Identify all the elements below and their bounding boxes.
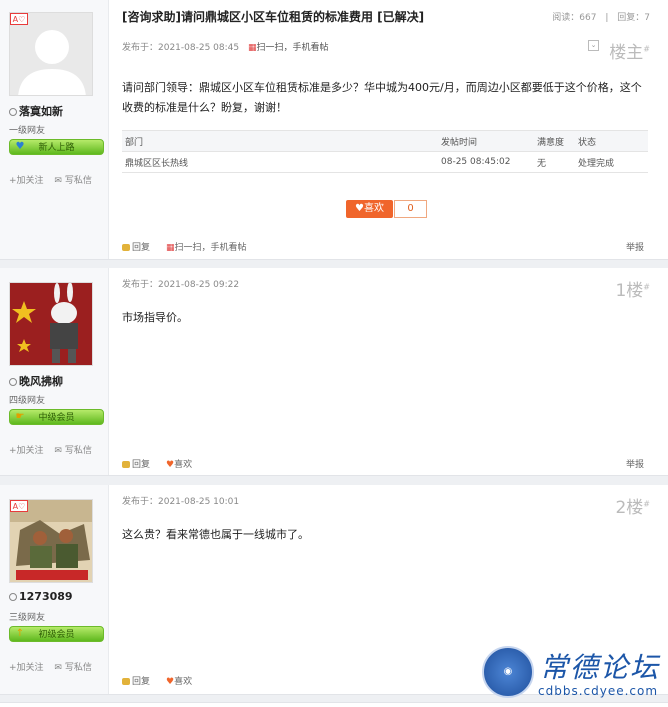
like-count: 0 bbox=[394, 200, 427, 218]
site-watermark: ◉ 常德论坛 cdbbs.cdyee.com bbox=[482, 644, 668, 706]
like-link[interactable]: ♥喜欢 bbox=[166, 457, 192, 470]
follow-link[interactable]: +加关注 bbox=[9, 176, 44, 186]
follow-link[interactable]: +加关注 bbox=[9, 446, 44, 456]
author-actions: +加关注 ✉ 写私信 bbox=[9, 173, 108, 186]
post-content: 请问部门领导：鼎城区小区车位租赁标准是多少？华中城为400元/月，而周边小区都要… bbox=[122, 81, 642, 114]
qr-scan-link[interactable]: ▦扫一扫，手机看帖 bbox=[166, 240, 247, 253]
author-name[interactable]: 晚风拂柳 bbox=[9, 373, 63, 389]
avatar[interactable]: A♡ bbox=[9, 12, 93, 96]
collapse-icon[interactable]: ⌄ bbox=[588, 40, 599, 51]
floor-label: 1楼# bbox=[615, 281, 650, 301]
author-actions: +加关注 ✉ 写私信 bbox=[9, 443, 108, 456]
qr-icon: ▦ bbox=[247, 43, 257, 53]
user-icon bbox=[9, 378, 17, 386]
hash-mark: # bbox=[643, 499, 650, 509]
post-reply-1: 晚风拂柳 四级网友 ☛ 中级会员 +加关注 ✉ 写私信 发布于：2021-08-2… bbox=[0, 268, 668, 476]
heart-icon: ♥ bbox=[355, 203, 364, 214]
thread-stats: 阅读：667 | 回复：7 bbox=[552, 13, 650, 23]
reply-link[interactable]: 回复 bbox=[122, 457, 150, 470]
author-medal: ♥ 新人上路 bbox=[9, 139, 104, 155]
floor-label: 楼主# bbox=[609, 43, 650, 63]
watermark-title: 常德论坛 bbox=[540, 651, 661, 684]
reply-link[interactable]: 回复 bbox=[122, 240, 150, 253]
author-actions: +加关注 ✉ 写私信 bbox=[9, 660, 108, 673]
follow-link[interactable]: +加关注 bbox=[9, 663, 44, 673]
author-name[interactable]: 落寞如新 bbox=[9, 103, 63, 119]
post-meta: 发布于：2021-08-25 10:01 bbox=[122, 497, 240, 507]
heart-icon: ♥ bbox=[166, 677, 175, 687]
reply-icon bbox=[122, 678, 130, 685]
floor-label: 2楼# bbox=[615, 498, 650, 518]
like-link[interactable]: ♥喜欢 bbox=[166, 674, 192, 687]
author-panel: 晚风拂柳 四级网友 ☛ 中级会员 +加关注 ✉ 写私信 bbox=[0, 268, 109, 475]
medal-icon: ☛ bbox=[15, 411, 25, 422]
thread-title: [咨询求助]请问鼎城区小区车位租赁的标准费用 [已解决] bbox=[122, 10, 425, 24]
post-meta: 发布于：2021-08-25 09:22 bbox=[122, 280, 240, 290]
medal-icon: ♥ bbox=[15, 141, 25, 152]
hash-mark: # bbox=[643, 44, 650, 54]
report-link[interactable]: 举报 bbox=[626, 457, 644, 470]
post-main: A♡ 落寞如新 一级网友 ♥ 新人上路 +加关注 ✉ 写私信 [咨询求助]请问鼎城… bbox=[0, 0, 668, 260]
author-name[interactable]: 1273089 bbox=[9, 590, 73, 603]
hash-mark: # bbox=[643, 282, 650, 292]
qr-scan-link[interactable]: ▦扫一扫，手机看帖 bbox=[248, 43, 329, 53]
heart-icon: ♥ bbox=[166, 460, 175, 470]
avatar[interactable] bbox=[9, 282, 93, 366]
author-level: 四级网友 bbox=[9, 396, 46, 406]
message-link[interactable]: ✉ 写私信 bbox=[54, 176, 99, 186]
reply-icon bbox=[122, 244, 130, 251]
reply-icon bbox=[122, 461, 130, 468]
author-level: 一级网友 bbox=[9, 126, 46, 136]
author-level: 三级网友 bbox=[9, 613, 46, 623]
post-meta: 发布于：2021-08-25 08:45 ▦扫一扫，手机看帖 bbox=[122, 43, 329, 53]
qr-icon: ▦ bbox=[166, 243, 175, 253]
table-row: 鼎城区区长热线 08-25 08:45:02 无 处理完成 bbox=[122, 151, 648, 173]
site-logo-icon: ◉ bbox=[482, 646, 534, 698]
message-link[interactable]: ✉ 写私信 bbox=[54, 663, 99, 673]
post-content: 这么贵？看来常德也属于一线城市了。 bbox=[122, 528, 309, 541]
medal-icon: ↑ bbox=[15, 628, 25, 639]
author-medal: ☛ 中级会员 bbox=[9, 409, 104, 425]
dept-table: 部门 发帖时间 满意度 状态 鼎城区区长热线 08-25 08:45:02 无 … bbox=[122, 130, 648, 173]
avatar[interactable]: A♡ bbox=[9, 499, 93, 583]
user-icon bbox=[9, 593, 17, 601]
author-panel: A♡ 1273089 三级网友 ↑ 初级会员 +加关注 ✉ 写私信 bbox=[0, 485, 109, 694]
message-link[interactable]: ✉ 写私信 bbox=[54, 446, 99, 456]
reply-link[interactable]: 回复 bbox=[122, 674, 150, 687]
post-content: 市场指导价。 bbox=[122, 311, 188, 324]
like-button[interactable]: ♥喜欢 bbox=[346, 200, 393, 218]
rabbit-avatar-icon bbox=[10, 283, 92, 365]
author-panel: A♡ 落寞如新 一级网友 ♥ 新人上路 +加关注 ✉ 写私信 bbox=[0, 0, 109, 259]
author-medal: ↑ 初级会员 bbox=[9, 626, 104, 642]
user-icon bbox=[9, 108, 17, 116]
watermark-url: cdbbs.cdyee.com bbox=[538, 684, 659, 698]
table-header: 部门 发帖时间 满意度 状态 bbox=[122, 130, 648, 152]
report-link[interactable]: 举报 bbox=[626, 240, 644, 253]
online-badge-icon: A♡ bbox=[10, 500, 28, 512]
online-badge-icon: A♡ bbox=[10, 13, 28, 25]
